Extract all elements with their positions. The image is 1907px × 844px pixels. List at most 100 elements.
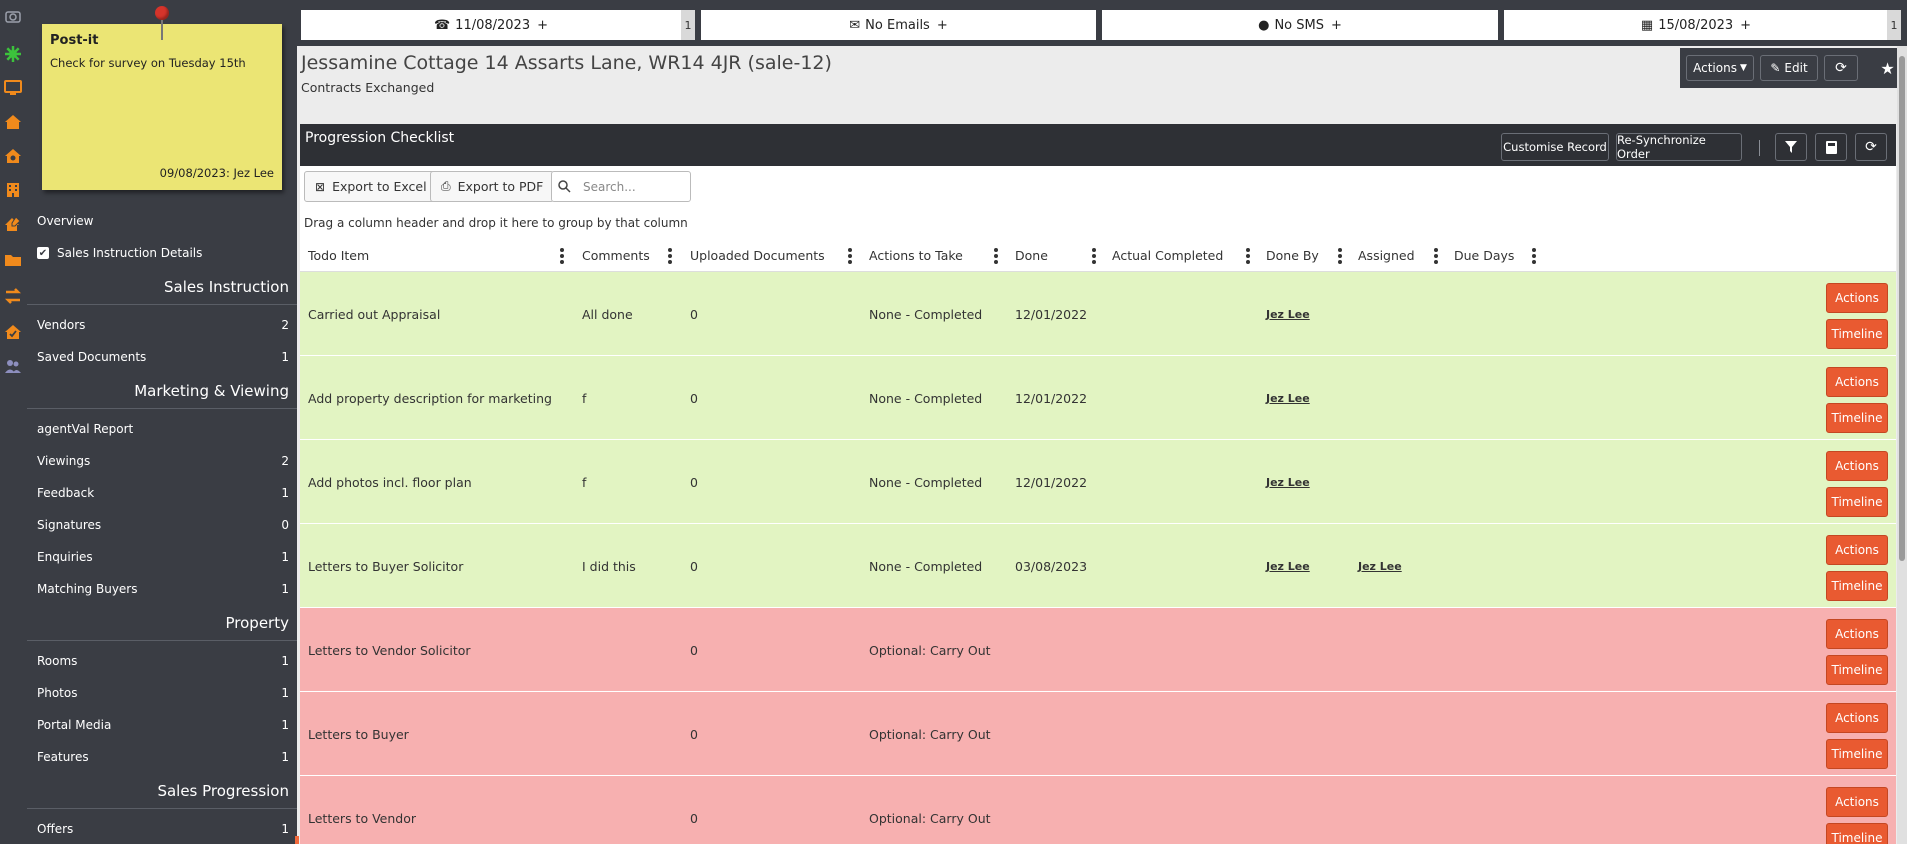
cell-todo: Letters to Vendor Solicitor <box>308 642 471 658</box>
add-email-button[interactable]: + <box>937 18 948 33</box>
speech-bubble-icon: ● <box>1258 17 1270 33</box>
row-timeline-button[interactable]: Timeline <box>1826 655 1888 685</box>
resync-order-button[interactable]: Re-Synchronize Order <box>1616 133 1742 161</box>
left-sidebar: Post-it Check for survey on Tuesday 15th… <box>27 0 299 844</box>
house-check-icon[interactable] <box>3 322 23 342</box>
sidebar-item-enquiries[interactable]: Enquiries 1 <box>27 541 297 573</box>
column-menu-icon[interactable] <box>848 248 852 264</box>
building-icon[interactable] <box>3 180 23 200</box>
row-timeline-button[interactable]: Timeline <box>1826 571 1888 601</box>
column-menu-icon[interactable] <box>1246 248 1250 264</box>
row-actions-button[interactable]: Actions <box>1826 367 1888 397</box>
row-timeline-button[interactable]: Timeline <box>1826 739 1888 769</box>
tab-calendar-label: 15/08/2023 <box>1658 17 1734 33</box>
folder-icon[interactable] <box>3 250 23 270</box>
sidebar-item-count: 1 <box>281 654 289 668</box>
edit-button[interactable]: ✎ Edit <box>1760 55 1818 81</box>
column-menu-icon[interactable] <box>668 248 672 264</box>
house-pen-icon[interactable] <box>3 214 23 234</box>
sidebar-item-offers[interactable]: Offers 1 <box>27 813 297 844</box>
row-timeline-button[interactable]: Timeline <box>1826 823 1888 844</box>
calculator-button[interactable] <box>1815 133 1847 161</box>
column-header-done-by[interactable]: Done By <box>1266 239 1319 272</box>
row-actions-button[interactable]: Actions <box>1826 451 1888 481</box>
sidebar-item-saved-documents[interactable]: Saved Documents 1 <box>27 341 297 373</box>
sidebar-item-photos[interactable]: Photos 1 <box>27 677 297 709</box>
add-calendar-button[interactable]: + <box>1740 18 1751 33</box>
column-menu-icon[interactable] <box>1338 248 1342 264</box>
row-timeline-button[interactable]: Timeline <box>1826 319 1888 349</box>
row-actions-button[interactable]: Actions <box>1826 283 1888 313</box>
star-icon: ★ <box>1880 58 1895 78</box>
sidebar-item-label: Photos <box>37 686 78 700</box>
column-header-due-days[interactable]: Due Days <box>1454 239 1514 272</box>
column-header-uploaded-documents[interactable]: Uploaded Documents <box>690 239 825 272</box>
column-header-actual-completed[interactable]: Actual Completed <box>1112 239 1223 272</box>
customise-record-button[interactable]: Customise Record <box>1501 133 1609 161</box>
cell-done-by[interactable]: Jez Lee <box>1266 440 1310 524</box>
camera-icon[interactable] <box>3 6 23 26</box>
scrollbar-thumb[interactable] <box>1899 56 1905 561</box>
pin-icon <box>155 6 169 20</box>
sidebar-item-feedback[interactable]: Feedback 1 <box>27 477 297 509</box>
monitor-icon[interactable] <box>3 78 23 98</box>
row-actions-button[interactable]: Actions <box>1826 619 1888 649</box>
sidebar-item-vendors[interactable]: Vendors 2 <box>27 309 297 341</box>
cell-actions-to-take: None - Completed <box>869 390 983 406</box>
caret-down-icon: ▼ <box>1739 63 1747 73</box>
cell-done-by[interactable]: Jez Lee <box>1266 356 1310 440</box>
tab-emails[interactable]: ✉ No Emails + <box>701 10 1096 40</box>
refresh-button[interactable]: ⟳ <box>1824 55 1858 81</box>
row-timeline-button[interactable]: Timeline <box>1826 487 1888 517</box>
column-header-comments[interactable]: Comments <box>582 239 650 272</box>
sidebar-item-matching-buyers[interactable]: Matching Buyers 1 <box>27 573 297 605</box>
sidebar-item-signatures[interactable]: Signatures 0 <box>27 509 297 541</box>
tab-calls[interactable]: ☎ 11/08/2023 + <box>301 10 681 40</box>
column-header-todo-item[interactable]: Todo Item <box>308 239 369 272</box>
sidebar-item-portal-media[interactable]: Portal Media 1 <box>27 709 297 741</box>
cog-icon[interactable] <box>3 44 23 64</box>
sidebar-item-sales-instruction-details[interactable]: ✔ Sales Instruction Details <box>27 237 297 269</box>
tab-calendar[interactable]: ▦ 15/08/2023 + <box>1504 10 1888 40</box>
add-sms-button[interactable]: + <box>1331 18 1342 33</box>
sidebar-item-overview[interactable]: Overview <box>27 205 297 237</box>
sidebar-menu: Overview ✔ Sales Instruction Details Sal… <box>27 205 297 844</box>
search-input[interactable] <box>583 179 683 194</box>
sidebar-item-features[interactable]: Features 1 <box>27 741 297 773</box>
column-menu-icon[interactable] <box>994 248 998 264</box>
row-actions-button[interactable]: Actions <box>1826 787 1888 817</box>
users-icon[interactable] <box>3 356 23 376</box>
row-actions-button[interactable]: Actions <box>1826 703 1888 733</box>
filter-button[interactable] <box>1775 133 1807 161</box>
cell-assigned[interactable]: Jez Lee <box>1358 524 1402 608</box>
column-header-actions-to-take[interactable]: Actions to Take <box>869 239 963 272</box>
search-box[interactable] <box>551 171 691 202</box>
house-camera-icon[interactable] <box>3 146 23 166</box>
postit-note[interactable]: Post-it Check for survey on Tuesday 15th… <box>42 24 282 190</box>
sidebar-item-rooms[interactable]: Rooms 1 <box>27 645 297 677</box>
grid-toolbar: ⊠ Export to Excel ⎙ Export to PDF <box>300 166 1896 210</box>
column-header-assigned[interactable]: Assigned <box>1358 239 1415 272</box>
resize-handle[interactable] <box>295 836 299 844</box>
tab-sms[interactable]: ● No SMS + <box>1102 10 1498 40</box>
sidebar-item-label: Overview <box>37 214 94 228</box>
vertical-scrollbar[interactable] <box>1897 46 1907 844</box>
export-pdf-button[interactable]: ⎙ Export to PDF <box>430 171 555 202</box>
column-menu-icon[interactable] <box>1434 248 1438 264</box>
actions-dropdown-button[interactable]: Actions ▼ <box>1686 55 1754 81</box>
column-menu-icon[interactable] <box>560 248 564 264</box>
sidebar-item-agentval-report[interactable]: agentVal Report <box>27 413 297 445</box>
sidebar-item-viewings[interactable]: Viewings 2 <box>27 445 297 477</box>
add-call-button[interactable]: + <box>537 18 548 33</box>
row-timeline-button[interactable]: Timeline <box>1826 403 1888 433</box>
cell-done-by[interactable]: Jez Lee <box>1266 272 1310 356</box>
panel-refresh-button[interactable]: ⟳ <box>1855 133 1887 161</box>
cell-done-by[interactable]: Jez Lee <box>1266 524 1310 608</box>
row-actions-button[interactable]: Actions <box>1826 535 1888 565</box>
column-menu-icon[interactable] <box>1532 248 1536 264</box>
export-excel-button[interactable]: ⊠ Export to Excel <box>304 171 438 202</box>
column-menu-icon[interactable] <box>1092 248 1096 264</box>
transfer-icon[interactable] <box>3 286 23 306</box>
column-header-done[interactable]: Done <box>1015 239 1048 272</box>
house-icon[interactable] <box>3 112 23 132</box>
